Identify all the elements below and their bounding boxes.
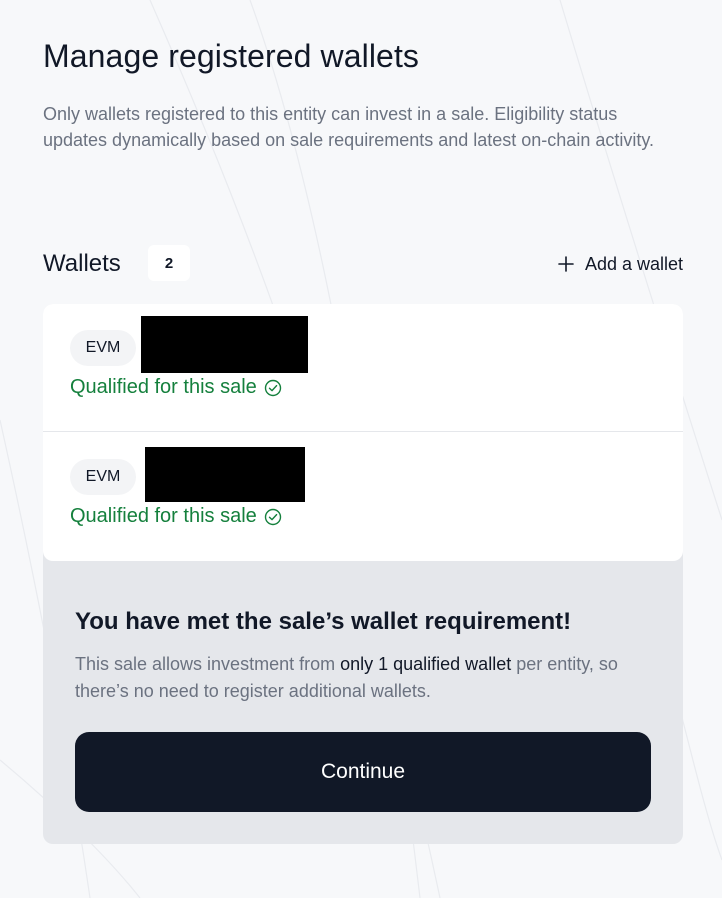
chain-badge: EVM xyxy=(70,459,136,495)
wallets-count-badge: 2 xyxy=(148,245,190,281)
requirement-met-description: This sale allows investment from only 1 … xyxy=(75,651,635,705)
wallet-status: Qualified for this sale xyxy=(70,376,282,399)
wallet-row[interactable]: EVM Qualified for this sale xyxy=(43,304,683,432)
wallet-status-label: Qualified for this sale xyxy=(70,376,257,398)
wallet-list: EVM Qualified for this sale EVM Qualifie… xyxy=(43,304,683,561)
wallet-status-label: Qualified for this sale xyxy=(70,505,257,527)
add-wallet-label: Add a wallet xyxy=(584,253,683,274)
requirement-met-title: You have met the sale’s wallet requireme… xyxy=(75,608,572,635)
page-subtitle: Only wallets registered to this entity c… xyxy=(43,104,655,150)
wallets-header: Wallets 2 Add a wallet xyxy=(43,244,683,282)
notice-text-emphasis: only 1 qualified wallet xyxy=(340,654,512,674)
plus-icon xyxy=(558,256,574,272)
wallets-label: Wallets xyxy=(43,250,121,277)
notice-text-before: This sale allows investment from xyxy=(75,654,341,674)
continue-button[interactable]: Continue xyxy=(75,732,651,812)
check-circle-icon xyxy=(264,379,281,396)
redacted-wallet-address xyxy=(145,447,305,502)
page: Manage registered wallets Only wallets r… xyxy=(0,0,722,898)
page-title: Manage registered wallets xyxy=(43,38,420,74)
divider xyxy=(43,431,683,432)
check-circle-icon xyxy=(264,508,281,525)
redacted-wallet-address xyxy=(141,316,308,373)
wallet-row[interactable]: EVM Qualified for this sale xyxy=(43,433,683,561)
wallet-status: Qualified for this sale xyxy=(70,505,282,528)
add-wallet-button[interactable]: Add a wallet xyxy=(557,252,683,276)
chain-badge: EVM xyxy=(70,330,136,366)
wallets-card: EVM Qualified for this sale EVM Qualifie… xyxy=(43,304,683,844)
